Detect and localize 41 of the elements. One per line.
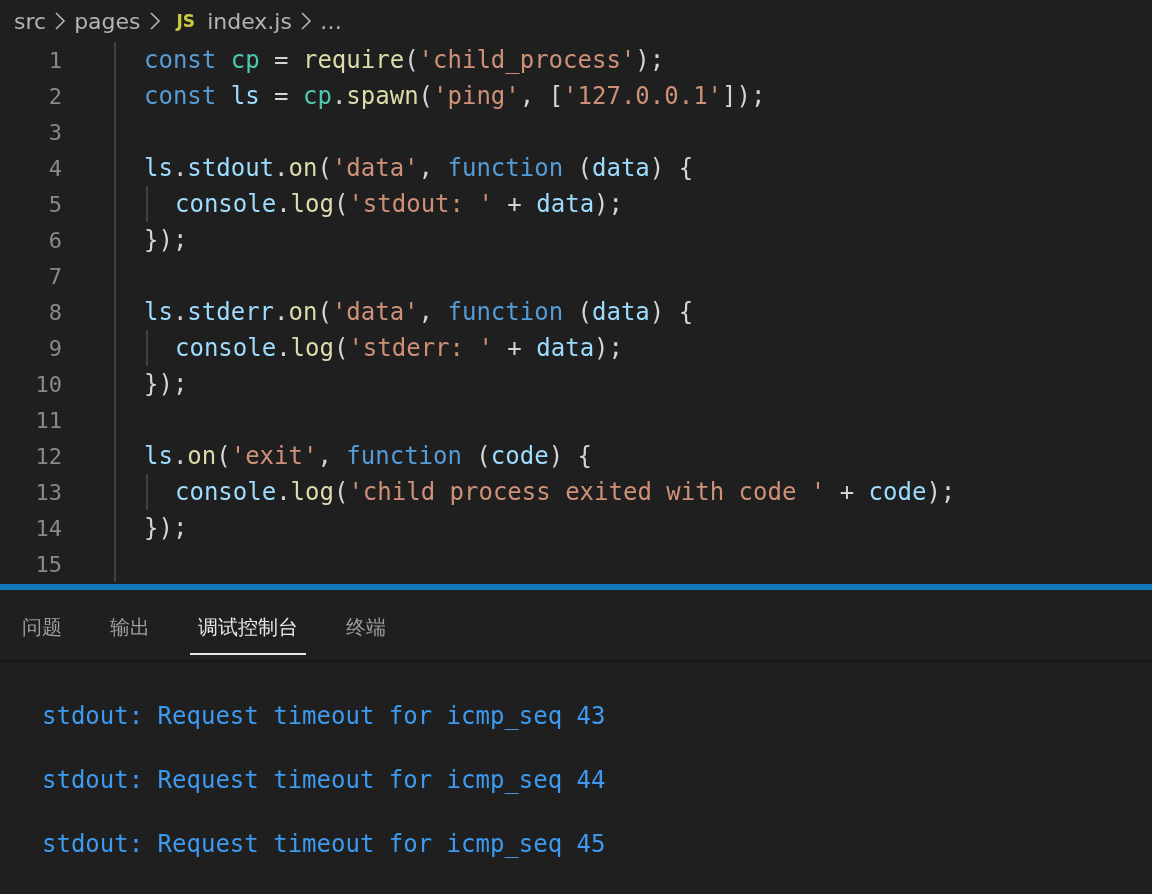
- code-line: const ls = cp.spawn('ping', ['127.0.0.1']);: [144, 82, 766, 110]
- code-line: });: [144, 514, 188, 542]
- breadcrumb-item[interactable]: pages: [74, 8, 141, 34]
- panel-tab[interactable]: 输出: [102, 595, 158, 655]
- line-number: 12: [34, 443, 62, 469]
- console-output-line: stdout: Request timeout for icmp_seq 45: [42, 829, 607, 860]
- code-line: ls.on('exit', function (code) {: [144, 442, 592, 470]
- breadcrumb-item[interactable]: src: [14, 8, 47, 34]
- line-number: 11: [34, 407, 62, 433]
- code-line: });: [144, 370, 188, 398]
- line-number: 14: [34, 515, 62, 541]
- code-line: console.log('stdout: ' + data);: [175, 190, 623, 218]
- line-number: 8: [47, 299, 62, 325]
- line-number: 10: [34, 371, 62, 397]
- breadcrumb-item[interactable]: …: [319, 8, 342, 34]
- line-number: 5: [47, 191, 62, 217]
- line-number: 7: [47, 263, 62, 289]
- chevron-icon: [299, 11, 312, 31]
- code-line: console.log('stderr: ' + data);: [175, 334, 623, 362]
- code-line: ls.stderr.on('data', function (data) {: [144, 298, 694, 326]
- panel-tab[interactable]: 终端: [338, 595, 394, 655]
- code-line: ls.stdout.on('data', function (data) {: [144, 154, 694, 182]
- line-number: 3: [47, 119, 62, 145]
- panel-tab[interactable]: 问题: [14, 595, 70, 655]
- chevron-icon: [54, 11, 67, 31]
- panel-tab[interactable]: 调试控制台: [190, 595, 306, 655]
- code-line: console.log('child process exited with code ' + code);: [175, 478, 956, 506]
- line-number: 6: [47, 227, 62, 253]
- breadcrumb-item[interactable]: index.js: [207, 8, 292, 34]
- line-number: 1: [47, 47, 62, 73]
- line-number: 13: [34, 479, 62, 505]
- console-output-line: stdout: Request timeout for icmp_seq 43: [42, 701, 607, 732]
- js-file-icon: JS: [176, 11, 196, 31]
- line-number: 4: [47, 155, 62, 181]
- console-output-line: stdout: Request timeout for icmp_seq 44: [42, 765, 607, 796]
- line-number: 15: [34, 551, 62, 577]
- code-line: const cp = require('child_process');: [144, 46, 665, 74]
- line-number: 2: [47, 83, 62, 109]
- line-number: 9: [47, 335, 62, 361]
- chevron-icon: [148, 11, 161, 31]
- code-line: });: [144, 226, 188, 254]
